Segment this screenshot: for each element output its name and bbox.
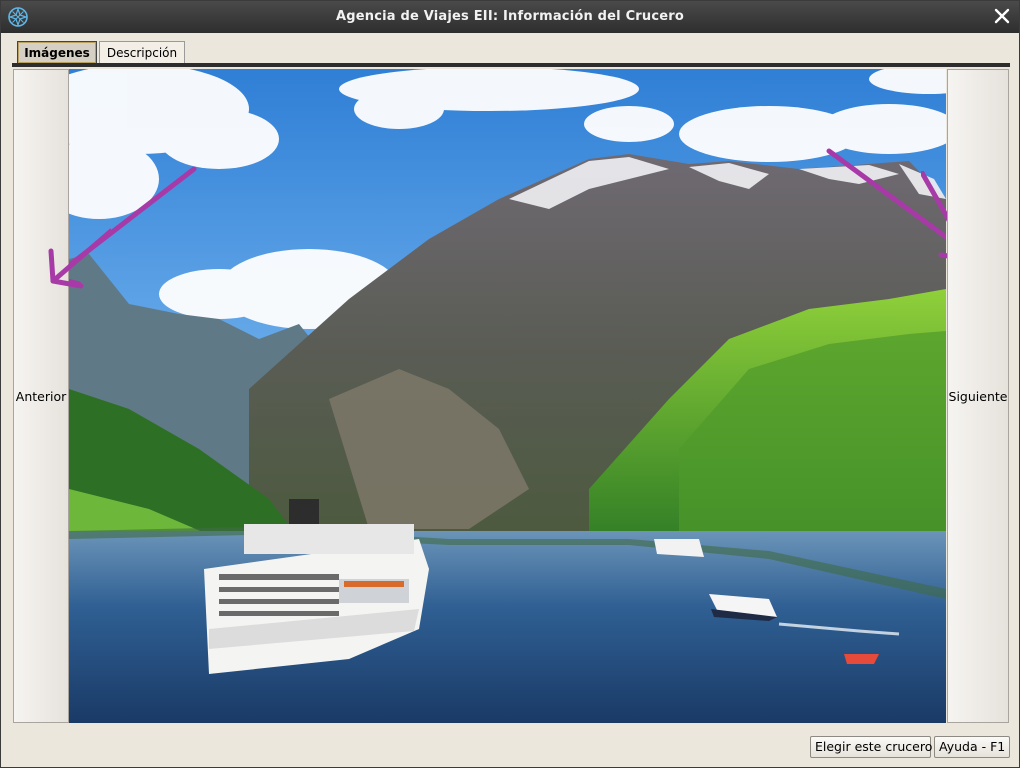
previous-button-label: Anterior (15, 388, 67, 404)
choose-cruise-label: Elegir este crucero (815, 739, 933, 754)
tab-descripcion[interactable]: Descripción (99, 41, 185, 63)
next-image-button[interactable]: Siguiente (947, 69, 1009, 723)
help-label: Ayuda - F1 (939, 739, 1006, 754)
tab-imagenes-label: Imágenes (24, 46, 90, 60)
cruise-info-window: Agencia de Viajes EII: Información del C… (0, 0, 1020, 768)
fjord-cruise-image (69, 69, 946, 723)
window-title: Agencia de Viajes EII: Información del C… (335, 9, 685, 24)
previous-image-button[interactable]: Anterior (13, 69, 69, 723)
tab-descripcion-label: Descripción (106, 46, 178, 60)
tab-imagenes[interactable]: Imágenes (17, 41, 97, 63)
cruise-photo (69, 69, 946, 723)
title-bar[interactable]: Agencia de Viajes EII: Información del C… (1, 1, 1019, 33)
close-icon[interactable] (991, 5, 1013, 27)
choose-cruise-button[interactable]: Elegir este crucero (810, 736, 933, 758)
help-button[interactable]: Ayuda - F1 (934, 736, 1010, 758)
next-button-label: Siguiente (948, 388, 1008, 404)
